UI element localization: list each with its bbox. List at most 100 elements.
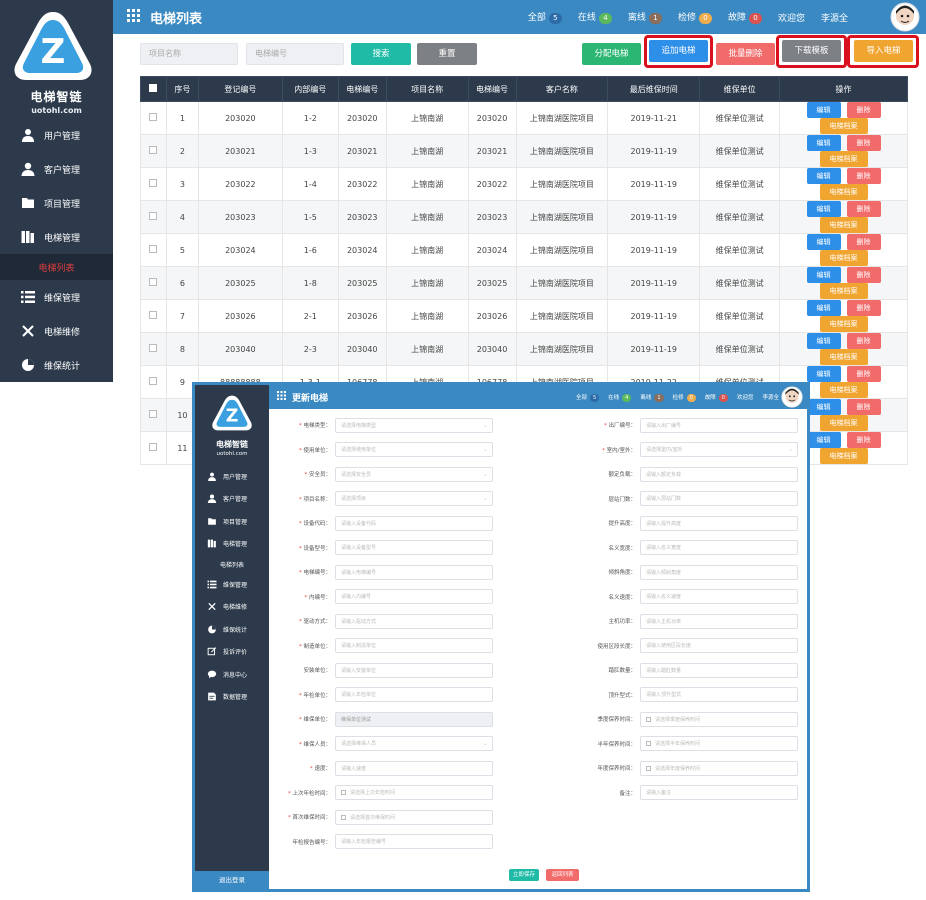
sidebar-item-folder[interactable]: 项目管理 bbox=[195, 510, 269, 533]
sidebar-item-customer[interactable]: 客户管理 bbox=[0, 152, 113, 186]
edit-button[interactable]: 编辑 bbox=[806, 300, 841, 316]
row-checkbox[interactable] bbox=[140, 398, 167, 432]
delete-button[interactable]: 删除 bbox=[846, 234, 881, 250]
status-counter[interactable]: 故障 0 bbox=[705, 393, 728, 402]
delete-button[interactable]: 删除 bbox=[846, 201, 881, 217]
reset-button[interactable]: 重置 bbox=[417, 43, 477, 65]
search-button[interactable]: 搜索 bbox=[351, 43, 411, 65]
row-checkbox[interactable] bbox=[140, 332, 167, 366]
edit-button[interactable]: 编辑 bbox=[806, 102, 841, 118]
edit-button[interactable]: 编辑 bbox=[806, 333, 841, 349]
grid-menu-icon[interactable] bbox=[277, 391, 286, 403]
elevator-number-input[interactable]: 电梯编号 bbox=[246, 43, 344, 65]
sidebar-item-edit[interactable]: 投诉评价 bbox=[195, 641, 269, 664]
text-field[interactable]: 请输入踏肛数量 bbox=[640, 662, 798, 678]
sidebar-item-folder[interactable]: 项目管理 bbox=[0, 186, 113, 220]
back-to-list-button[interactable]: 返回列表 bbox=[546, 869, 579, 881]
batch-delete-button[interactable]: 批量删除 bbox=[716, 43, 775, 65]
sidebar-item-tools[interactable]: 电梯维修 bbox=[195, 596, 269, 619]
delete-button[interactable]: 删除 bbox=[846, 168, 881, 184]
sidebar-item-elevator-list[interactable]: 电梯列表 bbox=[0, 254, 113, 280]
project-name-input[interactable]: 项目名称 bbox=[140, 43, 238, 65]
elevator-archive-button[interactable]: 电梯档案 bbox=[819, 349, 868, 365]
user-avatar[interactable] bbox=[781, 386, 803, 408]
row-checkbox[interactable] bbox=[140, 233, 167, 267]
text-field[interactable]: 请输入电梯编号 bbox=[335, 564, 493, 580]
delete-button[interactable]: 删除 bbox=[846, 300, 881, 316]
elevator-archive-button[interactable]: 电梯档案 bbox=[819, 415, 868, 431]
sidebar-item-data[interactable]: 数据管理 bbox=[195, 686, 269, 709]
download-template-button[interactable]: 下载模板 bbox=[782, 40, 841, 62]
text-field[interactable]: 请输入年检报告编号 bbox=[335, 834, 493, 849]
row-checkbox[interactable] bbox=[140, 101, 167, 135]
row-checkbox[interactable] bbox=[140, 299, 167, 333]
add-elevator-button[interactable]: 追加电梯 bbox=[649, 40, 708, 62]
delete-button[interactable]: 删除 bbox=[846, 102, 881, 118]
delete-button[interactable]: 删除 bbox=[846, 399, 881, 415]
status-counter[interactable]: 检修 0 bbox=[678, 10, 712, 24]
text-field[interactable]: 请输入备注 bbox=[640, 785, 798, 800]
elevator-archive-button[interactable]: 电梯档案 bbox=[819, 448, 868, 464]
grid-menu-icon[interactable] bbox=[127, 9, 140, 25]
text-field[interactable]: 请输入年检单位 bbox=[335, 687, 493, 702]
elevator-archive-button[interactable]: 电梯档案 bbox=[819, 382, 868, 398]
status-counter[interactable]: 全部 5 bbox=[528, 10, 562, 24]
sidebar-item-elevator[interactable]: 电梯管理 bbox=[195, 533, 269, 556]
select-field[interactable]: 请选择电梯类型 ⌄ bbox=[335, 417, 493, 433]
edit-button[interactable]: 编辑 bbox=[806, 234, 841, 250]
status-counter[interactable]: 离线 1 bbox=[628, 10, 662, 24]
sidebar-item-elevator[interactable]: 电梯管理 bbox=[0, 220, 113, 254]
user-avatar[interactable] bbox=[890, 2, 920, 32]
row-checkbox[interactable] bbox=[140, 266, 167, 300]
elevator-archive-button[interactable]: 电梯档案 bbox=[819, 217, 868, 233]
text-field[interactable]: 请输入顶升型式 bbox=[640, 687, 798, 702]
date-field[interactable]: 请选择年度保养时间 bbox=[640, 760, 798, 776]
sidebar-item-tools[interactable]: 电梯维修 bbox=[0, 314, 113, 348]
elevator-archive-button[interactable]: 电梯档案 bbox=[819, 184, 868, 200]
row-checkbox[interactable] bbox=[140, 134, 167, 168]
edit-button[interactable]: 编辑 bbox=[806, 267, 841, 283]
username[interactable]: 李源全 bbox=[821, 11, 848, 24]
save-button[interactable]: 立即保存 bbox=[509, 869, 539, 881]
text-field[interactable]: 请输入使用区段长度 bbox=[640, 638, 798, 653]
status-counter[interactable]: 离线 1 bbox=[640, 393, 664, 402]
sidebar-item-customer[interactable]: 客户管理 bbox=[195, 488, 269, 511]
status-counter[interactable]: 在线 4 bbox=[608, 393, 632, 402]
text-field[interactable]: 请输入速度 bbox=[335, 760, 493, 776]
sidebar-item-user[interactable]: 用户管理 bbox=[0, 118, 113, 152]
date-field[interactable]: 请选择首次维保时间 bbox=[335, 809, 493, 825]
row-checkbox[interactable] bbox=[140, 167, 167, 201]
elevator-archive-button[interactable]: 电梯档案 bbox=[819, 151, 868, 167]
text-field[interactable]: 请输入主机功率 bbox=[640, 613, 798, 629]
elevator-archive-button[interactable]: 电梯档案 bbox=[819, 283, 868, 299]
select-field[interactable]: 请选择安全员 ⌄ bbox=[335, 466, 493, 482]
delete-button[interactable]: 删除 bbox=[846, 432, 881, 448]
sidebar-item-pie-chart[interactable]: 维保统计 bbox=[195, 618, 269, 641]
status-counter[interactable]: 检修 0 bbox=[673, 393, 696, 402]
sidebar-item-pie-chart[interactable]: 维保统计 bbox=[0, 348, 113, 382]
sidebar-item-elevator-list[interactable]: 电梯列表 bbox=[195, 555, 269, 573]
text-field[interactable]: 请输入制造单位 bbox=[335, 638, 493, 653]
text-field[interactable]: 请输入额定负载 bbox=[640, 466, 798, 482]
text-field[interactable]: 请输入设备型号 bbox=[335, 540, 493, 555]
import-elevator-button[interactable]: 导入电梯 bbox=[854, 40, 913, 62]
date-field[interactable]: 请选择上次年检时间 bbox=[335, 785, 493, 800]
row-checkbox[interactable] bbox=[140, 365, 167, 399]
text-field[interactable]: 请输入安装单位 bbox=[335, 662, 493, 678]
username[interactable]: 李源全 bbox=[762, 393, 779, 401]
delete-button[interactable]: 删除 bbox=[846, 333, 881, 349]
text-field[interactable]: 请输入名义宽度 bbox=[640, 540, 798, 555]
text-field[interactable]: 请输入内编号 bbox=[335, 589, 493, 604]
select-field[interactable]: 请选择维保人员 ⌄ bbox=[335, 736, 493, 751]
select-field[interactable]: 请选择室内/室外 ⌄ bbox=[640, 442, 798, 457]
text-field[interactable]: 请输入层站门数 bbox=[640, 491, 798, 506]
delete-button[interactable]: 删除 bbox=[846, 267, 881, 283]
edit-button[interactable]: 编辑 bbox=[806, 399, 841, 415]
select-field[interactable]: 请选择项目 ⌄ bbox=[335, 491, 493, 506]
edit-button[interactable]: 编辑 bbox=[806, 201, 841, 217]
row-checkbox[interactable] bbox=[140, 431, 167, 465]
sidebar-item-user[interactable]: 用户管理 bbox=[195, 465, 269, 488]
edit-button[interactable]: 编辑 bbox=[806, 432, 841, 448]
select-field[interactable]: 请选择使用单位 ⌄ bbox=[335, 442, 493, 457]
text-field[interactable]: 请输入驱动方式 bbox=[335, 613, 493, 629]
